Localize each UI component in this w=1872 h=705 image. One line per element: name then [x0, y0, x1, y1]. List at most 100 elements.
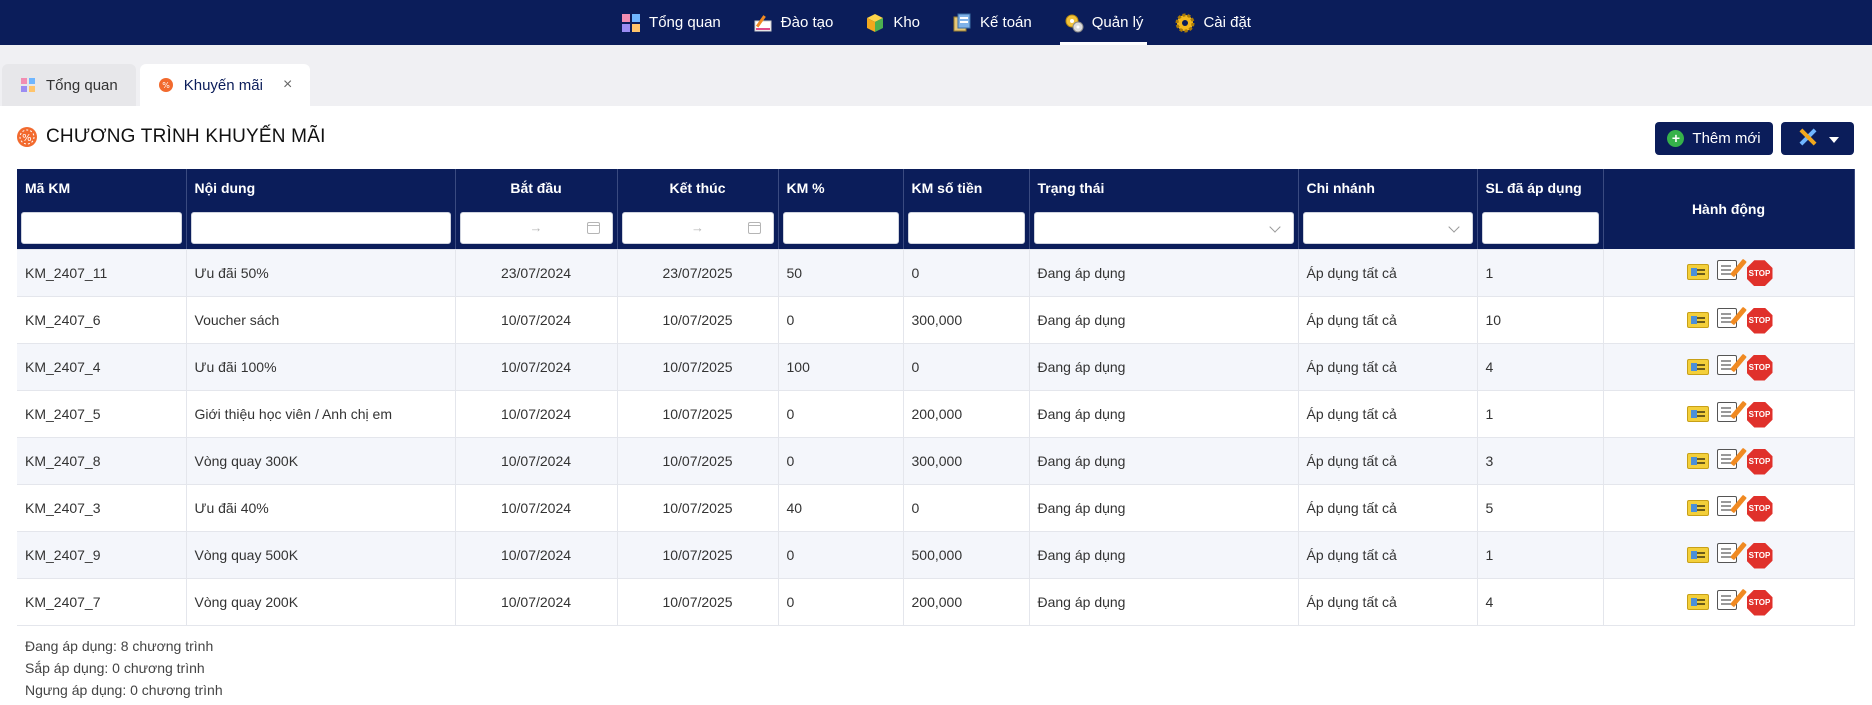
table-row[interactable]: KM_2407_9 Vòng quay 500K 10/07/2024 10/07/2…: [17, 531, 1855, 579]
view-detail-button[interactable]: [1686, 449, 1711, 473]
col-header-end[interactable]: Kết thúc: [617, 169, 779, 207]
edit-icon: [1716, 401, 1737, 422]
filter-amount-input[interactable]: [907, 211, 1025, 244]
add-new-label: Thêm mới: [1692, 130, 1761, 147]
col-header-status[interactable]: Trạng thái: [1029, 169, 1299, 207]
tab-khuyen-mai[interactable]: % Khuyến mãi ×: [139, 64, 311, 106]
view-detail-button[interactable]: [1686, 590, 1711, 614]
col-header-used[interactable]: SL đã áp dụng: [1477, 169, 1604, 207]
table-row[interactable]: KM_2407_7 Vòng quay 200K 10/07/2024 10/07/2…: [17, 578, 1855, 626]
table-row[interactable]: KM_2407_3 Ưu đãi 40% 10/07/2024 10/07/2025 4…: [17, 484, 1855, 532]
view-detail-button[interactable]: [1686, 543, 1711, 567]
cell-used: 4: [1477, 343, 1604, 391]
id-card-icon: [1686, 546, 1709, 563]
stop-icon: STOP: [1746, 307, 1773, 334]
summary-active: Đang áp dụng: 8 chương trình: [25, 638, 214, 654]
cell-used: 4: [1477, 578, 1604, 626]
tab-bar: Tổng quan % Khuyến mãi ×: [0, 64, 311, 106]
promotion-icon: %: [158, 77, 174, 93]
col-header-percent[interactable]: KM %: [778, 169, 904, 207]
table-row[interactable]: KM_2407_11 Ưu đãi 50% 23/07/2024 23/07/2025…: [17, 249, 1855, 297]
cell-actions: STOP: [1603, 296, 1855, 344]
filter-status-select[interactable]: [1033, 211, 1294, 244]
cell-amount: 300,000: [903, 296, 1030, 344]
stop-button[interactable]: STOP: [1746, 307, 1773, 334]
view-detail-button[interactable]: [1686, 260, 1711, 284]
view-detail-button[interactable]: [1686, 402, 1711, 426]
stop-button[interactable]: STOP: [1746, 589, 1773, 616]
view-detail-button[interactable]: [1686, 355, 1711, 379]
edit-button[interactable]: [1716, 260, 1741, 284]
stop-button[interactable]: STOP: [1746, 448, 1773, 475]
id-card-icon: [1686, 405, 1709, 422]
cell-status: Đang áp dụng: [1029, 484, 1299, 532]
nav-item-dao-tao[interactable]: Đào tạo: [737, 0, 850, 45]
caret-down-icon: [1828, 131, 1839, 147]
filter-end-date-range[interactable]: →: [621, 211, 774, 244]
edit-icon: [1716, 589, 1737, 610]
stop-button[interactable]: STOP: [1746, 354, 1773, 381]
edit-button[interactable]: [1716, 542, 1741, 567]
calendar-icon: [747, 221, 761, 234]
stop-button[interactable]: STOP: [1746, 260, 1773, 287]
close-icon[interactable]: ×: [283, 76, 292, 94]
cell-branch: Áp dụng tất cả: [1298, 531, 1478, 579]
col-header-actions: Hành động: [1603, 169, 1855, 249]
edit-button[interactable]: [1716, 495, 1741, 520]
filter-percent-input[interactable]: [782, 211, 899, 244]
cell-code: KM_2407_7: [17, 578, 187, 626]
table-row[interactable]: KM_2407_5 Giới thiệu học viên / Anh chị e…: [17, 390, 1855, 438]
cell-status: Đang áp dụng: [1029, 578, 1299, 626]
edit-icon: [1716, 495, 1737, 516]
stop-button[interactable]: STOP: [1746, 542, 1773, 569]
view-detail-button[interactable]: [1686, 308, 1711, 332]
cell-percent: 0: [778, 578, 904, 626]
stop-button[interactable]: STOP: [1746, 495, 1773, 522]
col-header-amount[interactable]: KM số tiền: [903, 169, 1030, 207]
col-header-start[interactable]: Bắt đầu: [455, 169, 618, 207]
table-row[interactable]: KM_2407_8 Vòng quay 300K 10/07/2024 10/07/2…: [17, 437, 1855, 485]
cell-status: Đang áp dụng: [1029, 343, 1299, 391]
cell-used: 5: [1477, 484, 1604, 532]
cell-start: 10/07/2024: [455, 531, 618, 579]
tools-menu-button[interactable]: [1781, 122, 1854, 155]
cell-content: Vòng quay 300K: [186, 437, 456, 485]
table-row[interactable]: KM_2407_4 Ưu đãi 100% 10/07/2024 10/07/2025…: [17, 343, 1855, 391]
cell-status: Đang áp dụng: [1029, 437, 1299, 485]
edit-button[interactable]: [1716, 448, 1741, 473]
arrow-right-icon: →: [691, 220, 704, 236]
filter-start-date-range[interactable]: →: [459, 211, 613, 244]
edit-button[interactable]: [1716, 307, 1741, 332]
cell-code: KM_2407_9: [17, 531, 187, 579]
summary-upcoming: Sắp áp dụng: 0 chương trình: [25, 660, 205, 676]
col-header-content[interactable]: Nội dung: [186, 169, 456, 207]
col-header-code[interactable]: Mã KM: [17, 169, 187, 207]
nav-item-cai-dat[interactable]: Cài đặt: [1159, 0, 1267, 45]
stop-icon: STOP: [1746, 542, 1773, 569]
table-row[interactable]: KM_2407_6 Voucher sách 10/07/2024 10/07/202…: [17, 296, 1855, 344]
cell-actions: STOP: [1603, 484, 1855, 532]
nav-item-kho[interactable]: Kho: [849, 0, 936, 45]
edit-button[interactable]: [1716, 401, 1741, 426]
filter-code-input[interactable]: [21, 211, 182, 244]
nav-item-quan-ly[interactable]: Quản lý: [1048, 0, 1160, 45]
cell-actions: STOP: [1603, 343, 1855, 391]
row-actions: STOP: [1612, 542, 1846, 569]
view-detail-button[interactable]: [1686, 496, 1711, 520]
cell-code: KM_2407_4: [17, 343, 187, 391]
nav-item-tong-quan[interactable]: Tổng quan: [605, 0, 737, 45]
edit-button[interactable]: [1716, 354, 1741, 379]
edit-button[interactable]: [1716, 589, 1741, 614]
tab-tong-quan[interactable]: Tổng quan: [2, 64, 136, 106]
cell-used: 10: [1477, 296, 1604, 344]
filter-content-input[interactable]: [190, 211, 451, 244]
col-header-branch[interactable]: Chi nhánh: [1298, 169, 1478, 207]
cell-branch: Áp dụng tất cả: [1298, 343, 1478, 391]
cell-branch: Áp dụng tất cả: [1298, 296, 1478, 344]
filter-used-input[interactable]: [1481, 211, 1599, 244]
nav-item-ke-toan[interactable]: Kế toán: [936, 0, 1048, 45]
filter-branch-select[interactable]: [1302, 211, 1473, 244]
add-new-button[interactable]: + Thêm mới: [1655, 122, 1773, 155]
cell-branch: Áp dụng tất cả: [1298, 437, 1478, 485]
stop-button[interactable]: STOP: [1746, 401, 1773, 428]
